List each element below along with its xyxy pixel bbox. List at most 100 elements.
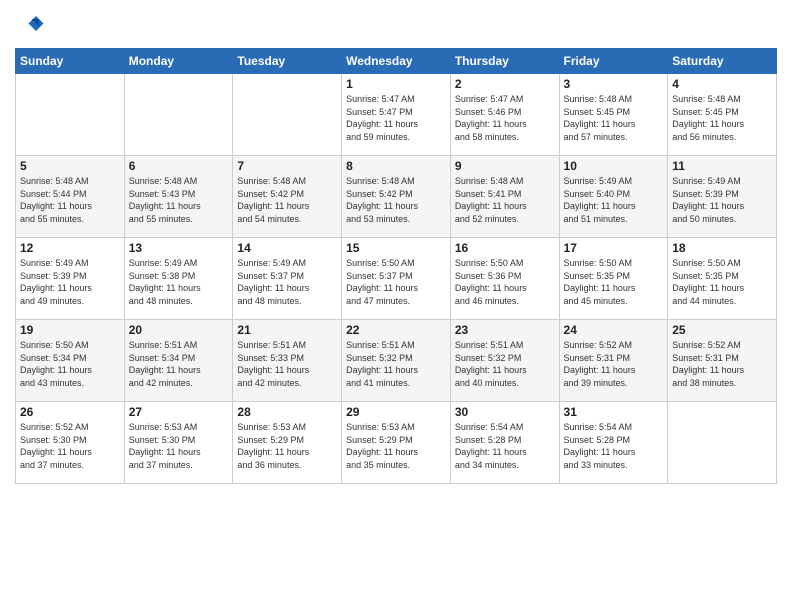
day-number: 4 <box>672 77 772 91</box>
calendar-header-row: SundayMondayTuesdayWednesdayThursdayFrid… <box>16 49 777 74</box>
calendar-cell <box>16 74 125 156</box>
calendar-cell: 16 Sunrise: 5:50 AM Sunset: 5:36 PM Dayli… <box>450 238 559 320</box>
day-info: Sunrise: 5:49 AM Sunset: 5:39 PM Dayligh… <box>20 257 120 307</box>
day-info: Sunrise: 5:52 AM Sunset: 5:30 PM Dayligh… <box>20 421 120 471</box>
day-number: 14 <box>237 241 337 255</box>
weekday-header-tuesday: Tuesday <box>233 49 342 74</box>
day-info: Sunrise: 5:48 AM Sunset: 5:42 PM Dayligh… <box>346 175 446 225</box>
day-number: 21 <box>237 323 337 337</box>
calendar-cell: 5 Sunrise: 5:48 AM Sunset: 5:44 PM Daylig… <box>16 156 125 238</box>
day-info: Sunrise: 5:52 AM Sunset: 5:31 PM Dayligh… <box>564 339 664 389</box>
day-number: 30 <box>455 405 555 419</box>
day-info: Sunrise: 5:48 AM Sunset: 5:42 PM Dayligh… <box>237 175 337 225</box>
day-number: 10 <box>564 159 664 173</box>
day-info: Sunrise: 5:48 AM Sunset: 5:44 PM Dayligh… <box>20 175 120 225</box>
calendar-week-row: 1 Sunrise: 5:47 AM Sunset: 5:47 PM Daylig… <box>16 74 777 156</box>
day-number: 7 <box>237 159 337 173</box>
calendar-cell: 20 Sunrise: 5:51 AM Sunset: 5:34 PM Dayli… <box>124 320 233 402</box>
calendar-cell: 8 Sunrise: 5:48 AM Sunset: 5:42 PM Daylig… <box>342 156 451 238</box>
day-number: 8 <box>346 159 446 173</box>
day-number: 13 <box>129 241 229 255</box>
day-number: 5 <box>20 159 120 173</box>
day-number: 31 <box>564 405 664 419</box>
calendar-week-row: 5 Sunrise: 5:48 AM Sunset: 5:44 PM Daylig… <box>16 156 777 238</box>
day-info: Sunrise: 5:53 AM Sunset: 5:29 PM Dayligh… <box>346 421 446 471</box>
calendar-cell: 19 Sunrise: 5:50 AM Sunset: 5:34 PM Dayli… <box>16 320 125 402</box>
header <box>15 10 777 40</box>
calendar-cell: 31 Sunrise: 5:54 AM Sunset: 5:28 PM Dayli… <box>559 402 668 484</box>
page: SundayMondayTuesdayWednesdayThursdayFrid… <box>0 0 792 612</box>
day-info: Sunrise: 5:51 AM Sunset: 5:32 PM Dayligh… <box>346 339 446 389</box>
day-info: Sunrise: 5:51 AM Sunset: 5:32 PM Dayligh… <box>455 339 555 389</box>
day-number: 25 <box>672 323 772 337</box>
day-info: Sunrise: 5:50 AM Sunset: 5:34 PM Dayligh… <box>20 339 120 389</box>
day-info: Sunrise: 5:51 AM Sunset: 5:34 PM Dayligh… <box>129 339 229 389</box>
day-number: 29 <box>346 405 446 419</box>
day-number: 23 <box>455 323 555 337</box>
calendar-cell: 25 Sunrise: 5:52 AM Sunset: 5:31 PM Dayli… <box>668 320 777 402</box>
calendar-cell: 11 Sunrise: 5:49 AM Sunset: 5:39 PM Dayli… <box>668 156 777 238</box>
day-number: 2 <box>455 77 555 91</box>
day-info: Sunrise: 5:52 AM Sunset: 5:31 PM Dayligh… <box>672 339 772 389</box>
calendar-cell: 9 Sunrise: 5:48 AM Sunset: 5:41 PM Daylig… <box>450 156 559 238</box>
day-number: 17 <box>564 241 664 255</box>
day-number: 6 <box>129 159 229 173</box>
day-info: Sunrise: 5:51 AM Sunset: 5:33 PM Dayligh… <box>237 339 337 389</box>
day-info: Sunrise: 5:49 AM Sunset: 5:38 PM Dayligh… <box>129 257 229 307</box>
day-number: 19 <box>20 323 120 337</box>
calendar-cell: 12 Sunrise: 5:49 AM Sunset: 5:39 PM Dayli… <box>16 238 125 320</box>
day-number: 20 <box>129 323 229 337</box>
calendar-week-row: 12 Sunrise: 5:49 AM Sunset: 5:39 PM Dayli… <box>16 238 777 320</box>
calendar-cell: 17Sunrise: 5:50 AM Sunset: 5:35 PM Dayli… <box>559 238 668 320</box>
calendar-week-row: 26 Sunrise: 5:52 AM Sunset: 5:30 PM Dayli… <box>16 402 777 484</box>
calendar-cell: 23 Sunrise: 5:51 AM Sunset: 5:32 PM Dayli… <box>450 320 559 402</box>
calendar-cell: 3 Sunrise: 5:48 AM Sunset: 5:45 PM Daylig… <box>559 74 668 156</box>
day-number: 3 <box>564 77 664 91</box>
calendar-cell: 10 Sunrise: 5:49 AM Sunset: 5:40 PM Dayli… <box>559 156 668 238</box>
calendar-cell: 14 Sunrise: 5:49 AM Sunset: 5:37 PM Dayli… <box>233 238 342 320</box>
day-number: 15 <box>346 241 446 255</box>
day-info: Sunrise: 5:47 AM Sunset: 5:47 PM Dayligh… <box>346 93 446 143</box>
day-info: Sunrise: 5:48 AM Sunset: 5:41 PM Dayligh… <box>455 175 555 225</box>
weekday-header-saturday: Saturday <box>668 49 777 74</box>
day-number: 16 <box>455 241 555 255</box>
day-number: 1 <box>346 77 446 91</box>
calendar-cell: 7 Sunrise: 5:48 AM Sunset: 5:42 PM Daylig… <box>233 156 342 238</box>
day-number: 22 <box>346 323 446 337</box>
day-number: 18 <box>672 241 772 255</box>
day-number: 26 <box>20 405 120 419</box>
calendar-cell: 30 Sunrise: 5:54 AM Sunset: 5:28 PM Dayli… <box>450 402 559 484</box>
day-info: Sunrise: 5:48 AM Sunset: 5:45 PM Dayligh… <box>672 93 772 143</box>
day-number: 12 <box>20 241 120 255</box>
calendar-cell: 24 Sunrise: 5:52 AM Sunset: 5:31 PM Dayli… <box>559 320 668 402</box>
weekday-header-thursday: Thursday <box>450 49 559 74</box>
calendar-cell: 18 Sunrise: 5:50 AM Sunset: 5:35 PM Dayli… <box>668 238 777 320</box>
day-info: Sunrise: 5:48 AM Sunset: 5:45 PM Dayligh… <box>564 93 664 143</box>
day-info: Sunrise: 5:54 AM Sunset: 5:28 PM Dayligh… <box>564 421 664 471</box>
day-number: 11 <box>672 159 772 173</box>
day-info: Sunrise: 5:49 AM Sunset: 5:37 PM Dayligh… <box>237 257 337 307</box>
day-info: Sunrise: 5:49 AM Sunset: 5:39 PM Dayligh… <box>672 175 772 225</box>
calendar-cell: 26 Sunrise: 5:52 AM Sunset: 5:30 PM Dayli… <box>16 402 125 484</box>
calendar-table: SundayMondayTuesdayWednesdayThursdayFrid… <box>15 48 777 484</box>
day-number: 24 <box>564 323 664 337</box>
day-info: Sunrise: 5:50 AM Sunset: 5:36 PM Dayligh… <box>455 257 555 307</box>
day-info: Sunrise: 5:49 AM Sunset: 5:40 PM Dayligh… <box>564 175 664 225</box>
day-info: Sunrise: 5:47 AM Sunset: 5:46 PM Dayligh… <box>455 93 555 143</box>
calendar-cell: 15 Sunrise: 5:50 AM Sunset: 5:37 PM Dayli… <box>342 238 451 320</box>
day-info: Sunrise: 5:53 AM Sunset: 5:29 PM Dayligh… <box>237 421 337 471</box>
day-number: 9 <box>455 159 555 173</box>
day-info: Sunrise: 5:53 AM Sunset: 5:30 PM Dayligh… <box>129 421 229 471</box>
weekday-header-wednesday: Wednesday <box>342 49 451 74</box>
day-number: 28 <box>237 405 337 419</box>
day-info: Sunrise: 5:54 AM Sunset: 5:28 PM Dayligh… <box>455 421 555 471</box>
day-info: Sunrise: 5:48 AM Sunset: 5:43 PM Dayligh… <box>129 175 229 225</box>
calendar-cell: 21 Sunrise: 5:51 AM Sunset: 5:33 PM Dayli… <box>233 320 342 402</box>
calendar-week-row: 19 Sunrise: 5:50 AM Sunset: 5:34 PM Dayli… <box>16 320 777 402</box>
calendar-cell: 27Sunrise: 5:53 AM Sunset: 5:30 PM Dayli… <box>124 402 233 484</box>
day-info: Sunrise: 5:50 AM Sunset: 5:37 PM Dayligh… <box>346 257 446 307</box>
calendar-cell <box>233 74 342 156</box>
calendar-cell: 13 Sunrise: 5:49 AM Sunset: 5:38 PM Dayli… <box>124 238 233 320</box>
weekday-header-friday: Friday <box>559 49 668 74</box>
day-info: Sunrise: 5:50 AM Sunset: 5:35 PM Dayligh… <box>672 257 772 307</box>
